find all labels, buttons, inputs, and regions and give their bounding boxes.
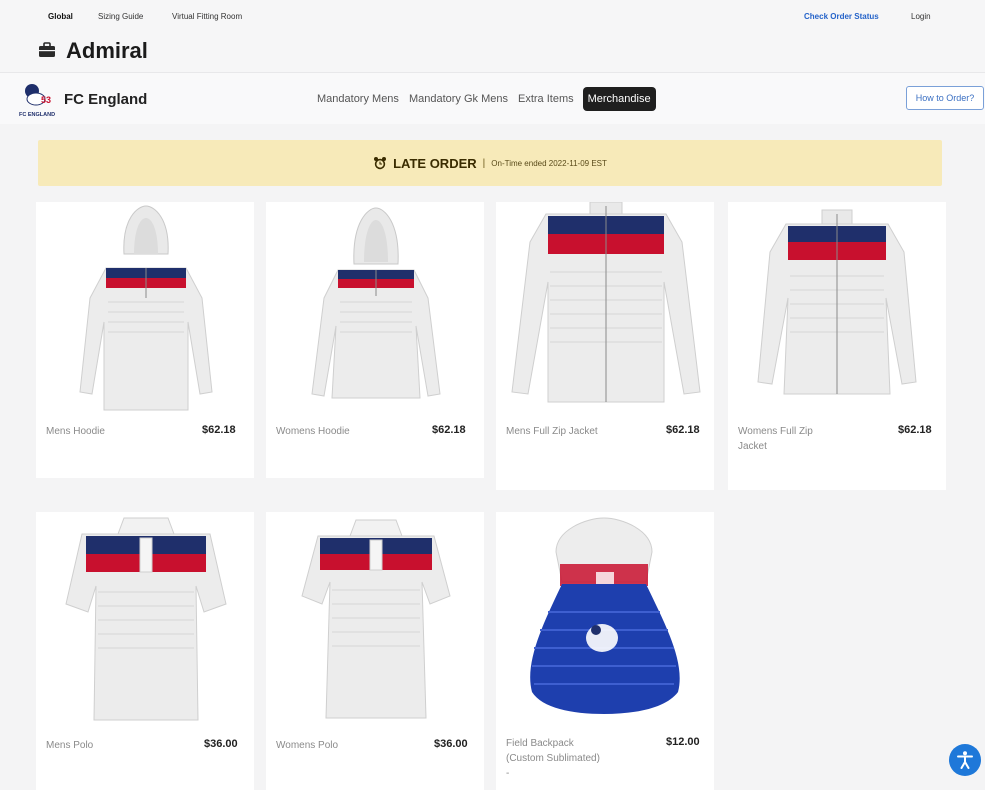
lion-crest-icon[interactable]: 53 FC ENGLAND bbox=[18, 81, 58, 119]
product-name[interactable]: Womens Hoodie bbox=[276, 424, 396, 439]
alarm-clock-icon bbox=[374, 157, 387, 170]
product-price: $62.18 bbox=[202, 424, 236, 436]
brand-name[interactable]: Admiral bbox=[66, 38, 148, 64]
product-card-mens-hoodie[interactable]: Mens Hoodie $62.18 bbox=[36, 202, 254, 478]
accessibility-button[interactable] bbox=[949, 744, 981, 776]
product-card-womens-polo[interactable]: Womens Polo $36.00 bbox=[266, 512, 484, 790]
crest-text: FC ENGLAND bbox=[19, 112, 55, 118]
late-order-banner: LATE ORDER | On-Time ended 2022-11-09 ES… bbox=[38, 140, 942, 186]
tab-extra-items[interactable]: Extra Items bbox=[513, 87, 579, 111]
utility-link-global[interactable]: Global bbox=[48, 12, 73, 21]
check-order-status-link[interactable]: Check Order Status bbox=[804, 12, 879, 21]
team-name[interactable]: FC England bbox=[64, 91, 147, 108]
product-card-womens-hoodie[interactable]: Womens Hoodie $62.18 bbox=[266, 202, 484, 478]
on-time-ended-text: On-Time ended 2022-11-09 EST bbox=[491, 158, 607, 168]
product-name[interactable]: Field Backpack (Custom Sublimated) - bbox=[506, 736, 602, 781]
mens-polo-image[interactable] bbox=[36, 512, 254, 726]
utility-link-sizing-guide[interactable]: Sizing Guide bbox=[98, 12, 143, 21]
login-link[interactable]: Login bbox=[911, 12, 931, 21]
womens-polo-image[interactable] bbox=[266, 512, 484, 726]
team-navbar: 53 FC ENGLAND FC England Mandatory Mens … bbox=[0, 72, 985, 124]
product-name[interactable]: Womens Full Zip Jacket bbox=[738, 424, 838, 454]
svg-text:53: 53 bbox=[41, 95, 51, 105]
product-card-womens-full-zip-jacket[interactable]: Womens Full Zip Jacket $62.18 bbox=[728, 202, 946, 490]
accessibility-icon bbox=[957, 751, 973, 769]
utility-link-virtual-fitting-room[interactable]: Virtual Fitting Room bbox=[172, 12, 242, 21]
tab-mandatory-mens[interactable]: Mandatory Mens bbox=[312, 87, 404, 111]
mens-hoodie-image[interactable] bbox=[36, 202, 254, 416]
briefcase-icon bbox=[39, 42, 55, 57]
category-tabs: Mandatory Mens Mandatory Gk Mens Extra I… bbox=[312, 84, 656, 114]
product-price: $36.00 bbox=[204, 738, 238, 750]
tab-mandatory-gk-mens[interactable]: Mandatory Gk Mens bbox=[404, 87, 513, 111]
product-price: $36.00 bbox=[434, 738, 468, 750]
mens-full-zip-jacket-image[interactable] bbox=[496, 202, 714, 416]
product-name[interactable]: Mens Polo bbox=[46, 738, 166, 753]
product-name[interactable]: Mens Full Zip Jacket bbox=[506, 424, 606, 439]
product-name[interactable]: Womens Polo bbox=[276, 738, 396, 753]
womens-hoodie-image[interactable] bbox=[266, 202, 484, 416]
tab-merchandise[interactable]: Merchandise bbox=[582, 87, 656, 111]
product-price: $62.18 bbox=[432, 424, 466, 436]
product-price: $12.00 bbox=[666, 736, 700, 748]
product-price: $62.18 bbox=[666, 424, 700, 436]
product-price: $62.18 bbox=[898, 424, 932, 436]
how-to-order-button[interactable]: How to Order? bbox=[906, 86, 984, 110]
late-order-title: LATE ORDER bbox=[393, 155, 477, 171]
product-card-mens-full-zip-jacket[interactable]: Mens Full Zip Jacket $62.18 bbox=[496, 202, 714, 490]
brand-header: Admiral bbox=[0, 28, 985, 72]
banner-separator: | bbox=[482, 157, 486, 169]
product-card-mens-polo[interactable]: Mens Polo $36.00 bbox=[36, 512, 254, 790]
field-backpack-image[interactable] bbox=[496, 512, 714, 726]
utility-nav: Global Sizing Guide Virtual Fitting Room… bbox=[0, 0, 985, 28]
product-card-field-backpack[interactable]: Field Backpack (Custom Sublimated) - $12… bbox=[496, 512, 714, 790]
womens-full-zip-jacket-image[interactable] bbox=[728, 202, 946, 416]
product-name[interactable]: Mens Hoodie bbox=[46, 424, 166, 439]
